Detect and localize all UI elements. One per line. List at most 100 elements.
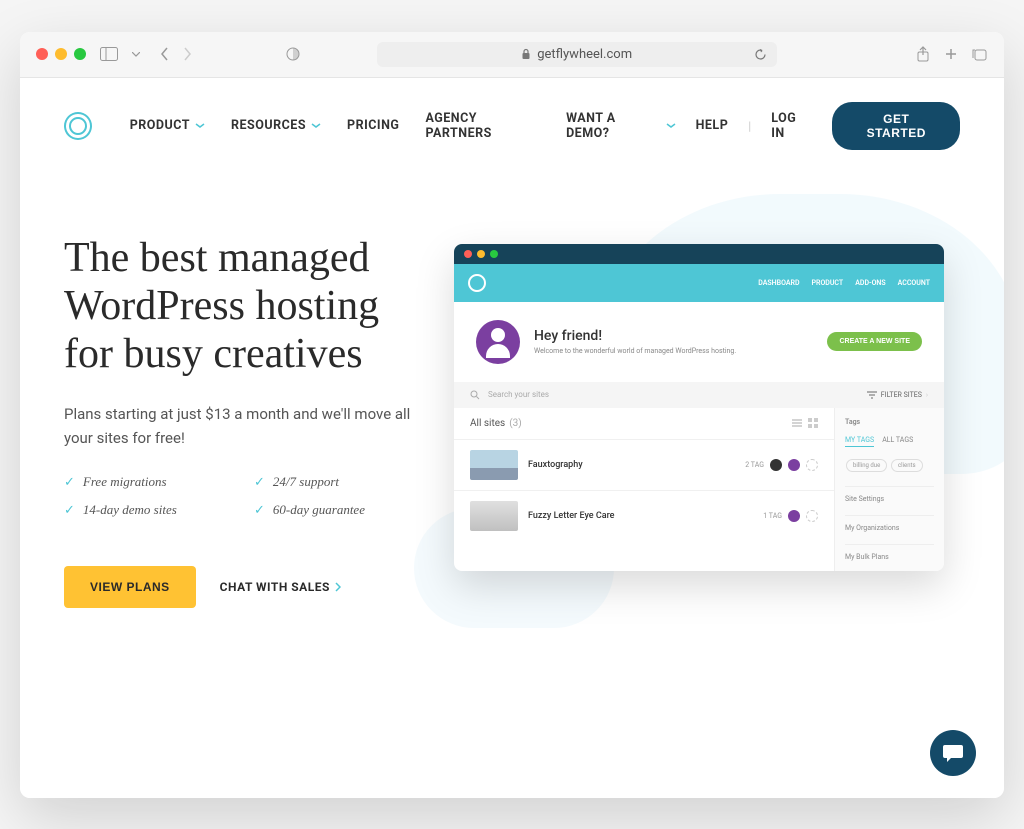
feature-item: ✓60-day guarantee (254, 502, 424, 518)
site-row: Fuzzy Letter Eye Care 1 TAG (454, 490, 834, 541)
check-icon: ✓ (254, 474, 265, 490)
back-button[interactable] (160, 47, 170, 61)
nav-agency-partners[interactable]: AGENCY PARTNERS (425, 111, 542, 141)
chevron-down-icon (666, 123, 676, 129)
hero-cta: VIEW PLANS CHAT WITH SALES (64, 566, 424, 608)
site-name: Fuzzy Letter Eye Care (528, 511, 615, 521)
view-toggle (792, 418, 818, 428)
site-name: Fauxtography (528, 460, 583, 470)
nav-resources[interactable]: RESOURCES (231, 118, 321, 133)
sidebar-toggle-icon[interactable] (100, 47, 118, 61)
dashboard-mockup: DASHBOARD PRODUCT ADD-ONS ACCOUNT Hey fr (454, 244, 944, 571)
site-tags: 1 TAG (763, 512, 782, 520)
get-started-button[interactable]: GET STARTED (832, 102, 960, 150)
nav-resources-label: RESOURCES (231, 118, 306, 133)
hero-right: DASHBOARD PRODUCT ADD-ONS ACCOUNT Hey fr (454, 234, 960, 609)
welcome-text: Hey friend! Welcome to the wonderful wor… (534, 328, 736, 355)
nav-right: WANT A DEMO? HELP | LOG IN GET STARTED (566, 102, 960, 150)
grid-view-icon (808, 418, 818, 428)
navbar: PRODUCT RESOURCES PRICING AGENCY PARTNER… (20, 78, 1004, 174)
new-tab-icon[interactable] (944, 46, 958, 62)
nav-product-label: PRODUCT (130, 118, 190, 133)
feature-label: 24/7 support (273, 474, 339, 490)
feature-label: 14-day demo sites (83, 502, 177, 518)
feature-item: ✓Free migrations (64, 474, 234, 490)
welcome-subtitle: Welcome to the wonderful world of manage… (534, 347, 736, 355)
hero-left: The best managed WordPress hosting for b… (64, 234, 424, 609)
collaborator-dot (788, 510, 800, 522)
tag-tab-all: ALL TAGS (882, 436, 913, 447)
check-icon: ✓ (64, 502, 75, 518)
hero-subtitle: Plans starting at just $13 a month and w… (64, 402, 424, 450)
tabs-overview-icon[interactable] (972, 46, 988, 62)
chevron-down-icon (311, 123, 321, 129)
all-sites-label: All sites (470, 418, 505, 429)
nav-login-label: LOG IN (771, 111, 812, 141)
create-site-button: CREATE A NEW SITE (827, 332, 922, 351)
hero: The best managed WordPress hosting for b… (20, 174, 1004, 689)
share-icon[interactable] (916, 46, 930, 62)
features-grid: ✓Free migrations ✓ 24/7 support ✓ 14-day d… (64, 474, 424, 518)
feature-item: ✓ 14-day demo sites (64, 502, 234, 518)
site-thumbnail (470, 501, 518, 531)
tags-sidebar: Tags MY TAGS ALL TAGS billing due client… (834, 408, 944, 571)
tag-tabs: MY TAGS ALL TAGS (845, 436, 934, 447)
sites-column: All sites (3) Fauxtography (454, 408, 834, 571)
window-close-button[interactable] (36, 48, 48, 60)
flywheel-logo[interactable] (64, 112, 92, 140)
nav-demo[interactable]: WANT A DEMO? (566, 111, 676, 141)
window-minimize-button[interactable] (55, 48, 67, 60)
feature-label: 60-day guarantee (273, 502, 365, 518)
dashboard-body: All sites (3) Fauxtography (454, 408, 944, 571)
filter-label: FILTER SITES (881, 391, 922, 399)
dash-nav-item: ACCOUNT (898, 279, 930, 287)
view-plans-button[interactable]: VIEW PLANS (64, 566, 196, 608)
address-bar[interactable]: getflywheel.com (377, 42, 777, 67)
dashboard-nav: DASHBOARD PRODUCT ADD-ONS ACCOUNT (758, 279, 930, 287)
list-view-icon (792, 418, 802, 428)
tab-dropdown-icon[interactable] (132, 52, 140, 57)
filter-icon (867, 391, 877, 399)
shield-icon[interactable] (286, 47, 300, 61)
chat-with-sales-link[interactable]: CHAT WITH SALES (220, 580, 341, 594)
tags-section: My Bulk Plans (845, 544, 934, 561)
traffic-lights (36, 48, 86, 60)
forward-button[interactable] (182, 47, 192, 61)
site-meta: 1 TAG (763, 510, 818, 522)
window-zoom-button[interactable] (74, 48, 86, 60)
feature-label: Free migrations (83, 474, 167, 490)
nav-help[interactable]: HELP (696, 118, 729, 133)
tag-tab-my: MY TAGS (845, 436, 874, 447)
chevron-down-icon (195, 123, 205, 129)
chat-label: CHAT WITH SALES (220, 580, 330, 594)
hero-title: The best managed WordPress hosting for b… (64, 234, 424, 379)
chat-widget-button[interactable] (930, 730, 976, 776)
nav-login[interactable]: LOG IN (771, 111, 812, 141)
dash-nav-item: DASHBOARD (758, 279, 799, 287)
nav-product[interactable]: PRODUCT (130, 118, 205, 133)
browser-window: getflywheel.com PRODUCT (20, 32, 1004, 798)
mock-minimize-icon (477, 250, 485, 258)
feature-item: ✓ 24/7 support (254, 474, 424, 490)
search-placeholder: Search your sites (488, 390, 549, 399)
dash-nav-item: PRODUCT (812, 279, 844, 287)
chevron-right-icon (335, 582, 341, 592)
greeting: Hey friend! (534, 328, 736, 344)
add-collaborator-icon (806, 459, 818, 471)
tags-header: Tags (845, 418, 934, 426)
dashboard-logo-icon (468, 274, 486, 292)
dash-nav-item: ADD-ONS (855, 279, 885, 287)
chat-icon (942, 743, 964, 763)
site-count: (3) (509, 418, 522, 429)
chevron-right-icon: › (926, 391, 928, 399)
dashboard-header: DASHBOARD PRODUCT ADD-ONS ACCOUNT (454, 264, 944, 302)
nav-pricing[interactable]: PRICING (347, 118, 399, 133)
browser-chrome: getflywheel.com (20, 32, 1004, 78)
collaborator-dot (788, 459, 800, 471)
site-meta: 2 TAG (745, 459, 818, 471)
refresh-icon[interactable] (754, 48, 767, 61)
add-collaborator-icon (806, 510, 818, 522)
nav-divider: | (748, 119, 751, 133)
mock-close-icon (464, 250, 472, 258)
mock-zoom-icon (490, 250, 498, 258)
